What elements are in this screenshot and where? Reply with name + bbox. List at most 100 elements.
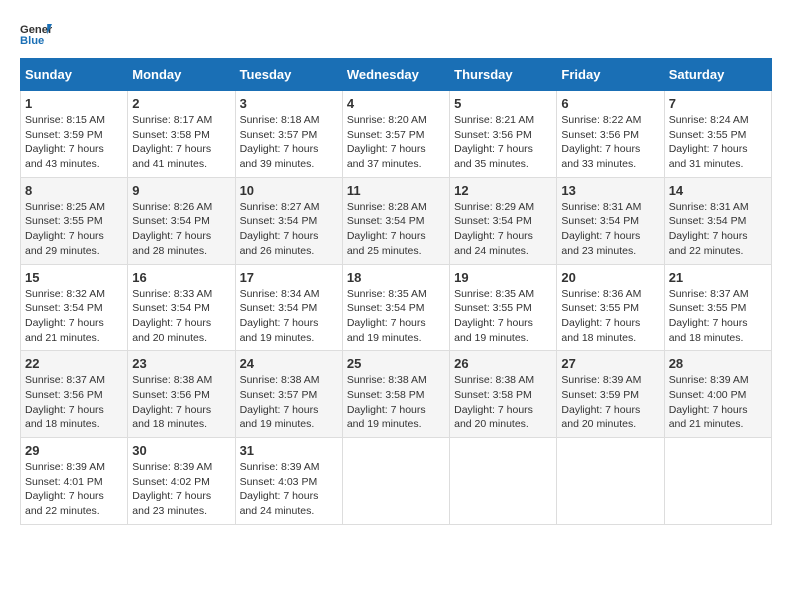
day-number: 1 xyxy=(25,96,123,111)
calendar-cell: 18 Sunrise: 8:35 AMSunset: 3:54 PMDayligh… xyxy=(342,264,449,351)
calendar-week-5: 29 Sunrise: 8:39 AMSunset: 4:01 PMDayligh… xyxy=(21,438,772,525)
calendar-cell: 17 Sunrise: 8:34 AMSunset: 3:54 PMDayligh… xyxy=(235,264,342,351)
day-number: 12 xyxy=(454,183,552,198)
day-number: 18 xyxy=(347,270,445,285)
calendar-cell: 5 Sunrise: 8:21 AMSunset: 3:56 PMDaylight… xyxy=(450,91,557,178)
logo: General Blue xyxy=(20,20,52,48)
calendar-cell: 26 Sunrise: 8:38 AMSunset: 3:58 PMDayligh… xyxy=(450,351,557,438)
day-number: 23 xyxy=(132,356,230,371)
day-header-friday: Friday xyxy=(557,59,664,91)
cell-info: Sunrise: 8:39 AMSunset: 4:01 PMDaylight:… xyxy=(25,460,123,519)
calendar-week-4: 22 Sunrise: 8:37 AMSunset: 3:56 PMDayligh… xyxy=(21,351,772,438)
day-number: 16 xyxy=(132,270,230,285)
day-number: 11 xyxy=(347,183,445,198)
calendar-table: SundayMondayTuesdayWednesdayThursdayFrid… xyxy=(20,58,772,525)
calendar-cell: 9 Sunrise: 8:26 AMSunset: 3:54 PMDaylight… xyxy=(128,177,235,264)
cell-info: Sunrise: 8:25 AMSunset: 3:55 PMDaylight:… xyxy=(25,200,123,259)
cell-info: Sunrise: 8:37 AMSunset: 3:55 PMDaylight:… xyxy=(669,287,767,346)
calendar-cell: 23 Sunrise: 8:38 AMSunset: 3:56 PMDayligh… xyxy=(128,351,235,438)
calendar-cell xyxy=(557,438,664,525)
calendar-week-1: 1 Sunrise: 8:15 AMSunset: 3:59 PMDaylight… xyxy=(21,91,772,178)
cell-info: Sunrise: 8:35 AMSunset: 3:54 PMDaylight:… xyxy=(347,287,445,346)
calendar-cell: 25Sunrise: 8:38 AMSunset: 3:58 PMDayligh… xyxy=(342,351,449,438)
calendar-week-2: 8 Sunrise: 8:25 AMSunset: 3:55 PMDaylight… xyxy=(21,177,772,264)
calendar-cell: 22 Sunrise: 8:37 AMSunset: 3:56 PMDayligh… xyxy=(21,351,128,438)
calendar-cell: 7 Sunrise: 8:24 AMSunset: 3:55 PMDaylight… xyxy=(664,91,771,178)
calendar-cell: 14 Sunrise: 8:31 AMSunset: 3:54 PMDayligh… xyxy=(664,177,771,264)
calendar-cell: 21 Sunrise: 8:37 AMSunset: 3:55 PMDayligh… xyxy=(664,264,771,351)
day-number: 8 xyxy=(25,183,123,198)
calendar-cell: 28Sunrise: 8:39 AMSunset: 4:00 PMDayligh… xyxy=(664,351,771,438)
cell-info: Sunrise: 8:33 AMSunset: 3:54 PMDaylight:… xyxy=(132,287,230,346)
day-number: 31 xyxy=(240,443,338,458)
cell-info: Sunrise: 8:22 AMSunset: 3:56 PMDaylight:… xyxy=(561,113,659,172)
day-number: 21 xyxy=(669,270,767,285)
calendar-week-3: 15Sunrise: 8:32 AMSunset: 3:54 PMDayligh… xyxy=(21,264,772,351)
day-number: 4 xyxy=(347,96,445,111)
calendar-cell: 31 Sunrise: 8:39 AMSunset: 4:03 PMDayligh… xyxy=(235,438,342,525)
calendar-cell: 10Sunrise: 8:27 AMSunset: 3:54 PMDayligh… xyxy=(235,177,342,264)
day-header-wednesday: Wednesday xyxy=(342,59,449,91)
calendar-cell: 27 Sunrise: 8:39 AMSunset: 3:59 PMDayligh… xyxy=(557,351,664,438)
calendar-cell xyxy=(342,438,449,525)
calendar-cell: 1 Sunrise: 8:15 AMSunset: 3:59 PMDaylight… xyxy=(21,91,128,178)
day-header-monday: Monday xyxy=(128,59,235,91)
page-header: General Blue xyxy=(20,20,772,48)
cell-info: Sunrise: 8:34 AMSunset: 3:54 PMDaylight:… xyxy=(240,287,338,346)
cell-info: Sunrise: 8:39 AMSunset: 3:59 PMDaylight:… xyxy=(561,373,659,432)
cell-info: Sunrise: 8:20 AMSunset: 3:57 PMDaylight:… xyxy=(347,113,445,172)
day-number: 19 xyxy=(454,270,552,285)
calendar-cell: 8 Sunrise: 8:25 AMSunset: 3:55 PMDaylight… xyxy=(21,177,128,264)
calendar-cell: 15Sunrise: 8:32 AMSunset: 3:54 PMDayligh… xyxy=(21,264,128,351)
day-number: 17 xyxy=(240,270,338,285)
cell-info: Sunrise: 8:38 AMSunset: 3:56 PMDaylight:… xyxy=(132,373,230,432)
cell-info: Sunrise: 8:36 AMSunset: 3:55 PMDaylight:… xyxy=(561,287,659,346)
svg-text:Blue: Blue xyxy=(20,35,44,47)
day-number: 6 xyxy=(561,96,659,111)
day-number: 24 xyxy=(240,356,338,371)
calendar-cell: 4 Sunrise: 8:20 AMSunset: 3:57 PMDaylight… xyxy=(342,91,449,178)
cell-info: Sunrise: 8:26 AMSunset: 3:54 PMDaylight:… xyxy=(132,200,230,259)
calendar-cell: 30Sunrise: 8:39 AMSunset: 4:02 PMDayligh… xyxy=(128,438,235,525)
cell-info: Sunrise: 8:28 AMSunset: 3:54 PMDaylight:… xyxy=(347,200,445,259)
day-number: 26 xyxy=(454,356,552,371)
calendar-cell: 16 Sunrise: 8:33 AMSunset: 3:54 PMDayligh… xyxy=(128,264,235,351)
cell-info: Sunrise: 8:18 AMSunset: 3:57 PMDaylight:… xyxy=(240,113,338,172)
cell-info: Sunrise: 8:24 AMSunset: 3:55 PMDaylight:… xyxy=(669,113,767,172)
day-header-tuesday: Tuesday xyxy=(235,59,342,91)
day-number: 14 xyxy=(669,183,767,198)
cell-info: Sunrise: 8:37 AMSunset: 3:56 PMDaylight:… xyxy=(25,373,123,432)
day-number: 5 xyxy=(454,96,552,111)
calendar-cell: 20Sunrise: 8:36 AMSunset: 3:55 PMDayligh… xyxy=(557,264,664,351)
day-number: 13 xyxy=(561,183,659,198)
cell-info: Sunrise: 8:31 AMSunset: 3:54 PMDaylight:… xyxy=(561,200,659,259)
day-number: 22 xyxy=(25,356,123,371)
cell-info: Sunrise: 8:38 AMSunset: 3:57 PMDaylight:… xyxy=(240,373,338,432)
cell-info: Sunrise: 8:15 AMSunset: 3:59 PMDaylight:… xyxy=(25,113,123,172)
calendar-cell: 19 Sunrise: 8:35 AMSunset: 3:55 PMDayligh… xyxy=(450,264,557,351)
day-number: 2 xyxy=(132,96,230,111)
calendar-cell xyxy=(664,438,771,525)
cell-info: Sunrise: 8:38 AMSunset: 3:58 PMDaylight:… xyxy=(347,373,445,432)
cell-info: Sunrise: 8:39 AMSunset: 4:03 PMDaylight:… xyxy=(240,460,338,519)
day-header-saturday: Saturday xyxy=(664,59,771,91)
day-number: 27 xyxy=(561,356,659,371)
calendar-cell: 12Sunrise: 8:29 AMSunset: 3:54 PMDayligh… xyxy=(450,177,557,264)
day-header-sunday: Sunday xyxy=(21,59,128,91)
day-number: 9 xyxy=(132,183,230,198)
day-number: 10 xyxy=(240,183,338,198)
day-number: 3 xyxy=(240,96,338,111)
cell-info: Sunrise: 8:35 AMSunset: 3:55 PMDaylight:… xyxy=(454,287,552,346)
calendar-cell xyxy=(450,438,557,525)
cell-info: Sunrise: 8:39 AMSunset: 4:02 PMDaylight:… xyxy=(132,460,230,519)
day-number: 29 xyxy=(25,443,123,458)
day-number: 7 xyxy=(669,96,767,111)
calendar-header: SundayMondayTuesdayWednesdayThursdayFrid… xyxy=(21,59,772,91)
calendar-cell: 13 Sunrise: 8:31 AMSunset: 3:54 PMDayligh… xyxy=(557,177,664,264)
cell-info: Sunrise: 8:21 AMSunset: 3:56 PMDaylight:… xyxy=(454,113,552,172)
logo-icon: General Blue xyxy=(20,20,52,48)
cell-info: Sunrise: 8:32 AMSunset: 3:54 PMDaylight:… xyxy=(25,287,123,346)
cell-info: Sunrise: 8:38 AMSunset: 3:58 PMDaylight:… xyxy=(454,373,552,432)
calendar-cell: 3 Sunrise: 8:18 AMSunset: 3:57 PMDaylight… xyxy=(235,91,342,178)
cell-info: Sunrise: 8:31 AMSunset: 3:54 PMDaylight:… xyxy=(669,200,767,259)
